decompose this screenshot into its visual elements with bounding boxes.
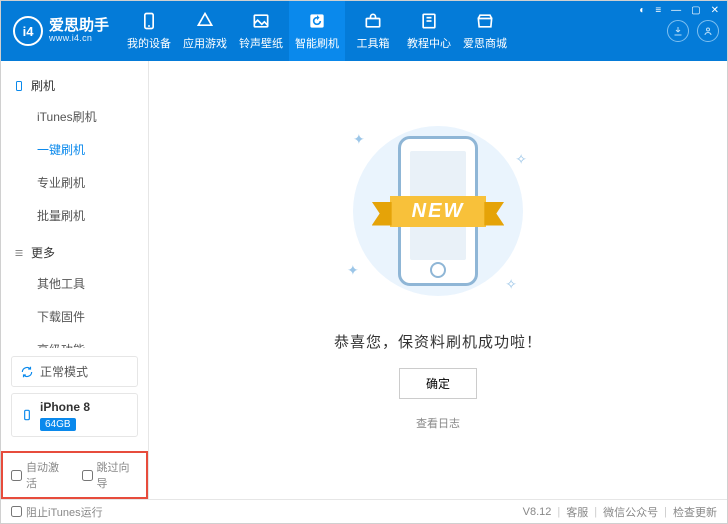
nav-toolbox[interactable]: 工具箱	[345, 1, 401, 61]
main-pane: ✦ ✧ ✦ ✧ NEW 恭喜您，保资料刷机成功啦！ 确定 查看日志	[149, 61, 727, 499]
brand-logo-icon: i4	[13, 16, 43, 46]
nav-apps[interactable]: 应用游戏	[177, 1, 233, 61]
account-button[interactable]	[697, 20, 719, 42]
nav-label: 工具箱	[357, 35, 390, 51]
block-itunes-label: 阻止iTunes运行	[26, 504, 103, 520]
separator: |	[664, 506, 667, 518]
header: i4 爱思助手 www.i4.cn 我的设备 应用游戏 铃声壁纸 智能刷机	[1, 1, 727, 61]
sidebar-item-itunes-flash[interactable]: iTunes刷机	[1, 100, 148, 133]
menu-icon[interactable]: ≡	[655, 5, 661, 16]
support-link[interactable]: 客服	[566, 504, 588, 520]
nav-label: 应用游戏	[183, 35, 227, 51]
top-nav: 我的设备 应用游戏 铃声壁纸 智能刷机 工具箱 教程中心	[121, 1, 659, 61]
brand-name: 爱思助手	[49, 18, 109, 35]
toolbox-icon	[363, 11, 383, 31]
device-name: iPhone 8	[40, 400, 90, 414]
sidebar: 刷机 iTunes刷机 一键刷机 专业刷机 批量刷机 更多 其他工具 下载固件 …	[1, 61, 149, 499]
auto-activate-input[interactable]	[11, 470, 22, 481]
nav-tutorial[interactable]: 教程中心	[401, 1, 457, 61]
window-controls: ◐ ≡ — ▢ ✕	[639, 5, 719, 16]
sparkle-icon: ✧	[515, 151, 527, 168]
sidebar-item-pro-flash[interactable]: 专业刷机	[1, 166, 148, 199]
sparkle-icon: ✦	[347, 262, 359, 279]
skip-guide-input[interactable]	[82, 470, 93, 481]
refresh-icon	[307, 11, 327, 31]
nav-label: 爱思商城	[463, 35, 507, 51]
sparkle-icon: ✧	[505, 276, 517, 293]
minimize-icon[interactable]: —	[671, 5, 681, 16]
success-illustration: ✦ ✧ ✦ ✧ NEW	[333, 111, 543, 311]
appstore-icon	[195, 11, 215, 31]
statusbar: 阻止iTunes运行 V8.12 | 客服 | 微信公众号 | 检查更新	[1, 499, 727, 523]
sidebar-group-more[interactable]: 更多	[1, 238, 148, 267]
new-ribbon: NEW	[348, 185, 528, 237]
check-update-link[interactable]: 检查更新	[673, 504, 717, 520]
maximize-icon[interactable]: ▢	[691, 5, 700, 16]
download-button[interactable]	[667, 20, 689, 42]
nav-my-device[interactable]: 我的设备	[121, 1, 177, 61]
bottom-options: 自动激活 跳过向导	[1, 451, 148, 499]
user-icon	[702, 25, 714, 37]
phone-small-icon	[20, 408, 34, 422]
sidebar-item-batch-flash[interactable]: 批量刷机	[1, 199, 148, 232]
sidebar-group-flash[interactable]: 刷机	[1, 71, 148, 100]
image-icon	[251, 11, 271, 31]
store-icon	[475, 11, 495, 31]
device-icon	[13, 80, 25, 92]
nav-label: 教程中心	[407, 35, 451, 51]
sidebar-item-oneclick-flash[interactable]: 一键刷机	[1, 133, 148, 166]
brand-url: www.i4.cn	[49, 34, 109, 44]
skip-guide-label: 跳过向导	[97, 459, 139, 491]
nav-flash[interactable]: 智能刷机	[289, 1, 345, 61]
mode-card[interactable]: 正常模式	[11, 356, 138, 387]
app-window: ◐ ≡ — ▢ ✕ i4 爱思助手 www.i4.cn 我的设备 应用游戏	[0, 0, 728, 524]
sync-icon	[20, 365, 34, 379]
nav-store[interactable]: 爱思商城	[457, 1, 513, 61]
separator: |	[557, 506, 560, 518]
nav-label: 铃声壁纸	[239, 35, 283, 51]
separator: |	[594, 506, 597, 518]
device-card[interactable]: iPhone 8 64GB	[11, 393, 138, 437]
ribbon-text: NEW	[390, 196, 487, 227]
sidebar-item-other-tools[interactable]: 其他工具	[1, 267, 148, 300]
nav-label: 智能刷机	[295, 35, 339, 51]
close-icon[interactable]: ✕	[711, 5, 719, 16]
mode-label: 正常模式	[40, 363, 88, 380]
block-itunes-input[interactable]	[11, 506, 22, 517]
auto-activate-label: 自动激活	[26, 459, 68, 491]
sidebar-group-title: 更多	[31, 244, 55, 261]
body: 刷机 iTunes刷机 一键刷机 专业刷机 批量刷机 更多 其他工具 下载固件 …	[1, 61, 727, 499]
block-itunes-checkbox[interactable]: 阻止iTunes运行	[11, 504, 103, 520]
download-icon	[672, 25, 684, 37]
nav-label: 我的设备	[127, 35, 171, 51]
sidebar-group-title: 刷机	[31, 77, 55, 94]
skin-icon[interactable]: ◐	[639, 5, 645, 16]
version-label: V8.12	[523, 506, 552, 518]
brand: i4 爱思助手 www.i4.cn	[1, 1, 121, 61]
wechat-link[interactable]: 微信公众号	[603, 504, 658, 520]
skip-guide-checkbox[interactable]: 跳过向导	[82, 459, 139, 491]
sparkle-icon: ✦	[353, 131, 365, 148]
auto-activate-checkbox[interactable]: 自动激活	[11, 459, 68, 491]
sidebar-item-advanced[interactable]: 高级功能	[1, 333, 148, 348]
device-capacity: 64GB	[40, 418, 76, 431]
sidebar-item-download-fw[interactable]: 下载固件	[1, 300, 148, 333]
phone-icon	[139, 11, 159, 31]
nav-ringtones[interactable]: 铃声壁纸	[233, 1, 289, 61]
list-icon	[13, 247, 25, 259]
success-message: 恭喜您，保资料刷机成功啦！	[334, 331, 542, 352]
book-icon	[419, 11, 439, 31]
ok-button[interactable]: 确定	[399, 368, 477, 399]
view-log-link[interactable]: 查看日志	[416, 415, 460, 431]
